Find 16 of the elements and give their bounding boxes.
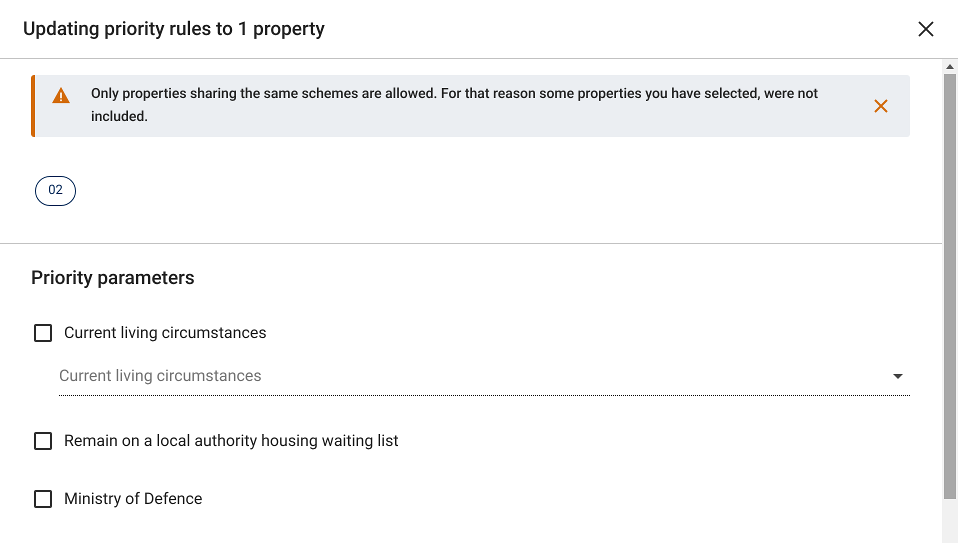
- checkbox-label: Remain on a local authority housing waiting list: [64, 430, 399, 452]
- checkbox-label: Ministry of Defence: [64, 488, 202, 510]
- warning-icon: [51, 86, 71, 104]
- checkbox-label: Current living circumstances: [64, 322, 267, 344]
- select-field[interactable]: Current living circumstances: [59, 358, 910, 396]
- property-chip: 02: [35, 176, 76, 206]
- section-title: Priority parameters: [31, 265, 196, 291]
- checkbox[interactable]: [34, 432, 52, 450]
- scroll-up-arrow-icon[interactable]: [946, 64, 954, 69]
- checkbox[interactable]: [34, 324, 52, 342]
- close-icon[interactable]: [918, 21, 934, 37]
- select-placeholder: Current living circumstances: [59, 365, 262, 387]
- checkbox[interactable]: [34, 490, 52, 508]
- dropdown-caret-icon: [893, 374, 903, 378]
- dialog-title: Updating priority rules to 1 property: [23, 16, 325, 42]
- warning-message: Only properties sharing the same schemes are allowed. For that reason some properties you have selected, were not included.: [91, 85, 820, 127]
